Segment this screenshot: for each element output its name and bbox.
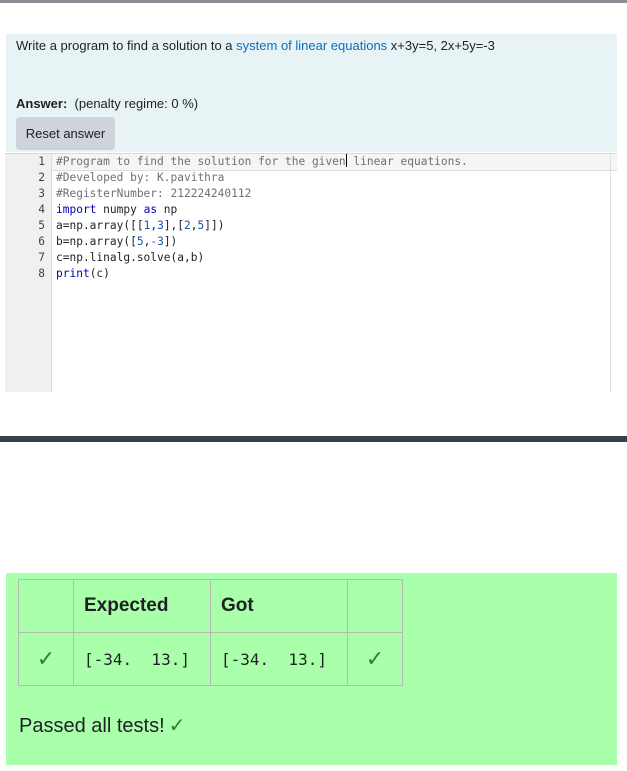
code-number: 5 (136, 235, 144, 248)
code-line: 3 #RegisterNumber: 212224240112 (5, 186, 605, 202)
code-text: , (190, 219, 198, 232)
code-line: 5 a=np.array([[1,3],[2,5]]) (5, 218, 605, 234)
code-text: numpy (96, 203, 144, 216)
header-status (18, 579, 74, 633)
editor-margin (610, 154, 611, 392)
code-number: 2 (184, 219, 191, 232)
code-comment: #Program to find the solution for the gi… (56, 155, 346, 168)
code-line: 4 import numpy as np (5, 202, 605, 218)
passed-text: Passed all tests! (19, 715, 165, 737)
check-icon: ✓ (36, 646, 56, 671)
code-line: 7 c=np.linalg.solve(a,b) (5, 250, 605, 266)
line-number: 7 (38, 251, 45, 264)
line-number: 1 (38, 155, 45, 168)
question-suffix: x+3y=5, 2x+5y=-3 (387, 38, 495, 53)
line-number: 6 (38, 235, 45, 248)
code-text: ]) (163, 235, 178, 248)
code-line: 6 b=np.array([5,-3]) (5, 234, 605, 250)
check-icon: ✓ (168, 715, 186, 737)
linear-equations-link[interactable]: system of linear equations (236, 38, 387, 53)
passed-message: Passed all tests! ✓ (19, 713, 185, 738)
expected-cell: [-34. 13.] (73, 632, 211, 686)
expected-value: [-34. 13.] (84, 649, 190, 669)
header-expected: Expected (73, 579, 211, 633)
answer-label: Answer: (16, 96, 68, 111)
line-number: 5 (38, 219, 45, 232)
line-number: 2 (38, 171, 45, 184)
code-keyword: import (56, 203, 97, 216)
code-line: 8 print(c) (5, 266, 605, 282)
header-result (347, 579, 403, 633)
answer-label-line: Answer: (penalty regime: 0 %) (16, 96, 198, 111)
code-keyword: as (143, 203, 158, 216)
code-number: -3 (150, 235, 164, 248)
top-separator (0, 0, 627, 3)
got-value: [-34. 13.] (221, 649, 327, 669)
question-text: Write a program to find a solution to a … (16, 38, 495, 53)
line-number: 3 (38, 187, 45, 200)
got-cell: [-34. 13.] (210, 632, 348, 686)
code-line: 1 #Program to find the solution for the … (5, 154, 605, 170)
code-text: (c) (89, 267, 110, 280)
status-cell: ✓ (18, 632, 74, 686)
result-cell: ✓ (347, 632, 403, 686)
code-number: 3 (157, 219, 164, 232)
code-comment: linear equations. (346, 155, 468, 168)
code-editor[interactable]: 1 #Program to find the solution for the … (5, 153, 617, 392)
code-text: ],[ (163, 219, 185, 232)
code-text: c=np.linalg.solve(a,b) (56, 251, 205, 264)
code-line: 2 #Developed by: K.pavithra (5, 170, 605, 186)
line-number: 8 (38, 267, 45, 280)
line-number: 4 (38, 203, 45, 216)
reset-answer-button[interactable]: Reset answer (16, 117, 115, 150)
code-comment: #RegisterNumber: 212224240112 (56, 187, 252, 200)
results-table: Expected Got ✓ [-34. 13.] [-34. 13.] ✓ (18, 579, 403, 686)
code-text: a=np.array([[ (56, 219, 144, 232)
table-header-row: Expected Got (18, 579, 403, 633)
table-row: ✓ [-34. 13.] [-34. 13.] ✓ (18, 632, 403, 686)
header-got: Got (210, 579, 348, 633)
check-icon: ✓ (365, 646, 385, 671)
question-prefix: Write a program to find a solution to a (16, 38, 237, 53)
code-text: ]]) (204, 219, 225, 232)
code-keyword: print (56, 267, 90, 280)
test-results-panel: Expected Got ✓ [-34. 13.] [-34. 13.] ✓ P… (6, 573, 617, 765)
section-divider (0, 436, 627, 442)
code-text: b=np.array([ (56, 235, 137, 248)
penalty-regime: (penalty regime: 0 %) (74, 96, 199, 111)
code-text: np (157, 203, 178, 216)
code-comment: #Developed by: K.pavithra (56, 171, 225, 184)
